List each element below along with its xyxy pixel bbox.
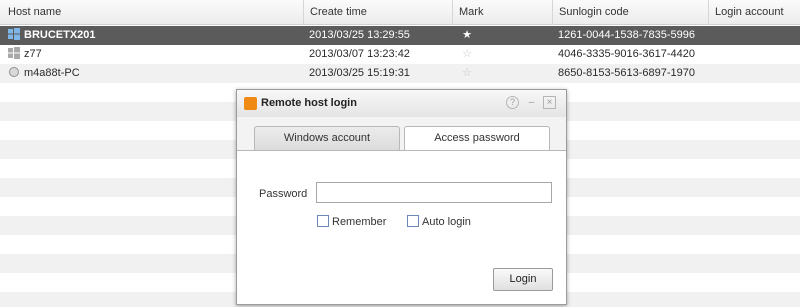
host-name: z77 (24, 48, 42, 60)
help-icon[interactable]: ? (506, 96, 519, 109)
mark-cell: ☆ (452, 64, 552, 83)
dialog-title: Remote host login (261, 97, 357, 109)
column-header-host-name[interactable]: Host name (0, 0, 303, 25)
create-time-cell: 2013/03/07 13:23:42 (309, 48, 410, 60)
column-header-create-time[interactable]: Create time (303, 0, 452, 25)
login-account-cell (708, 26, 800, 45)
sunlogin-code-cell: 1261-0044-1538-7835-5996 (558, 29, 696, 41)
tab-access-password[interactable]: Access password (404, 126, 550, 151)
auto-login-label: Auto login (422, 216, 471, 228)
sunlogin-code-cell: 4046-3335-9016-3617-4420 (558, 48, 696, 60)
table-row[interactable]: BRUCETX201 2013/03/25 13:29:55 ★ 1261-00… (0, 26, 800, 45)
create-time-cell: 2013/03/25 15:19:31 (309, 67, 410, 79)
password-label: Password (259, 188, 308, 200)
column-header-login-account[interactable]: Login account (708, 0, 800, 25)
login-account-cell (708, 45, 800, 64)
windows-icon (8, 47, 20, 59)
close-icon[interactable]: × (543, 96, 556, 109)
windows-icon (8, 28, 20, 40)
auto-login-checkbox[interactable]: Auto login (407, 214, 471, 230)
table-row[interactable]: m4a88t-PC 2013/03/25 15:19:31 ☆ 8650-815… (0, 64, 800, 83)
column-header-sunlogin-code[interactable]: Sunlogin code (552, 0, 708, 25)
mark-cell: ★ (452, 26, 552, 45)
star-filled-icon[interactable]: ★ (461, 26, 473, 45)
host-name: m4a88t-PC (24, 67, 80, 79)
mark-cell: ☆ (452, 45, 552, 64)
host-name: BRUCETX201 (24, 29, 96, 41)
dialog-titlebar[interactable]: Remote host login ? – × (237, 90, 566, 117)
star-outline-icon[interactable]: ☆ (461, 64, 473, 83)
sunlogin-logo-icon (244, 97, 257, 110)
create-time-cell: 2013/03/25 13:29:55 (309, 29, 410, 41)
login-button[interactable]: Login (493, 268, 553, 291)
remember-checkbox-box[interactable] (317, 215, 329, 227)
access-password-panel: Password Remember Auto login Login (237, 150, 566, 304)
table-header: Host name Create time Mark Sunlogin code… (0, 0, 800, 25)
host-name-cell: BRUCETX201 (0, 26, 303, 45)
star-outline-icon[interactable]: ☆ (461, 45, 473, 64)
remember-checkbox[interactable]: Remember (317, 214, 386, 230)
offline-dot-icon (9, 67, 19, 77)
column-header-mark[interactable]: Mark (452, 0, 552, 25)
login-account-cell (708, 64, 800, 83)
remote-host-login-dialog: Remote host login ? – × Windows account … (236, 89, 567, 305)
host-name-cell: m4a88t-PC (0, 64, 303, 83)
sunlogin-code-cell: 8650-8153-5613-6897-1970 (558, 67, 696, 79)
auto-login-checkbox-box[interactable] (407, 215, 419, 227)
host-name-cell: z77 (0, 45, 303, 64)
remember-label: Remember (332, 216, 387, 228)
password-field[interactable] (316, 182, 552, 203)
tab-windows-account[interactable]: Windows account (254, 126, 400, 150)
minimize-icon[interactable]: – (525, 96, 538, 109)
table-row[interactable]: z77 2013/03/07 13:23:42 ☆ 4046-3335-9016… (0, 45, 800, 64)
